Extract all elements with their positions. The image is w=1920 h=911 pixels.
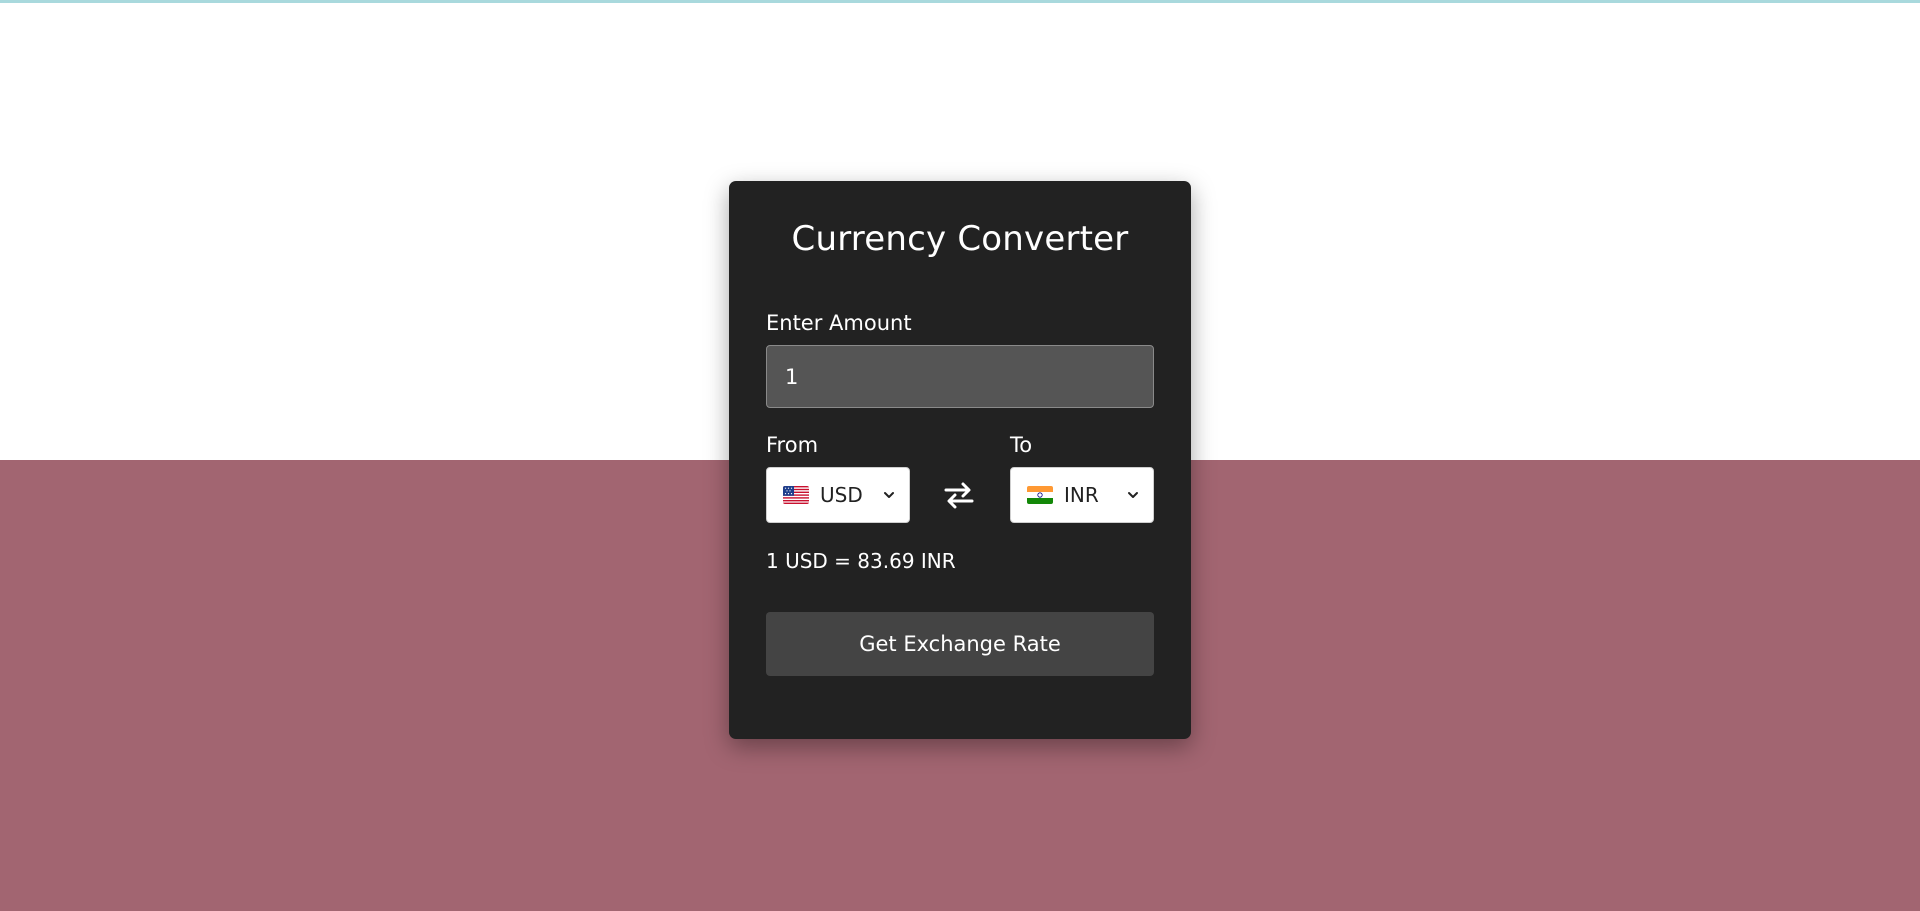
from-label: From (766, 433, 819, 457)
chevron-down-icon (883, 489, 895, 501)
from-currency-code: USD (820, 483, 863, 507)
india-flag-icon (1027, 486, 1053, 504)
to-currency-code: INR (1064, 483, 1099, 507)
to-currency-select[interactable]: INR (1010, 467, 1154, 523)
top-accent-strip (0, 0, 1920, 3)
exchange-rate-text: 1 USD = 83.69 INR (766, 549, 956, 573)
amount-input[interactable] (766, 345, 1154, 408)
us-flag-icon (783, 486, 809, 504)
chevron-down-icon (1127, 489, 1139, 501)
to-label: To (1010, 433, 1033, 457)
get-exchange-rate-button[interactable]: Get Exchange Rate (766, 612, 1154, 676)
amount-label: Enter Amount (766, 311, 912, 335)
page-title: Currency Converter (791, 219, 1129, 259)
swap-currencies-icon[interactable] (943, 481, 975, 509)
from-currency-select[interactable]: USD (766, 467, 910, 523)
converter-card: Currency Converter Enter Amount From (729, 181, 1191, 739)
